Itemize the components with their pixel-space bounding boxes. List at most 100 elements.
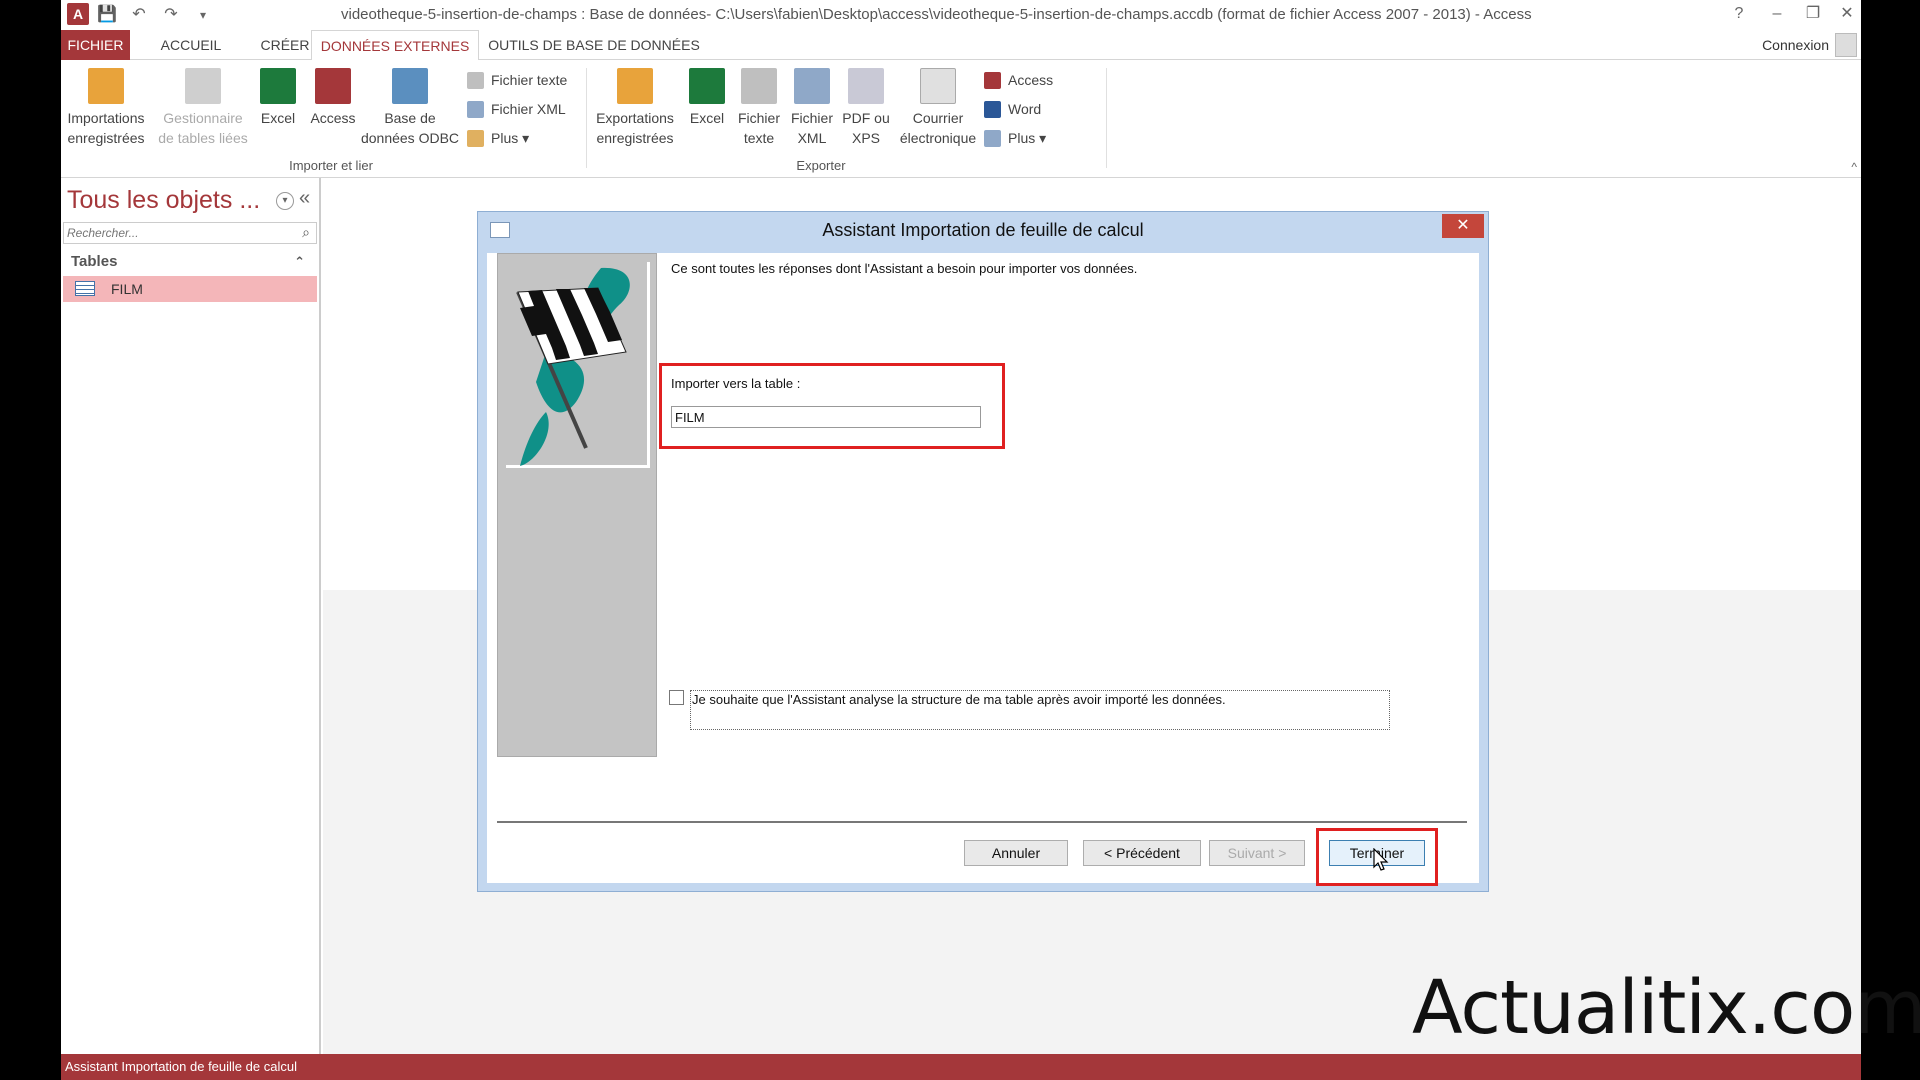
saved-imports-button[interactable]: Importations enregistrées [61,68,151,148]
undo-icon[interactable]: ↶ [129,5,149,25]
access-logo-icon: A [67,3,89,25]
odbc-label: Base de données ODBC [360,110,460,146]
checkered-flag-icon [506,262,650,468]
next-button[interactable]: Suivant > [1209,840,1305,866]
save-icon[interactable]: 💾 [97,5,117,25]
screen: A 💾 ↶ ↷ ▾ videotheque-5-insertion-de-cha… [0,0,1920,1080]
status-bar: Assistant Importation de feuille de calc… [61,1054,1861,1080]
nav-group-label: Tables [71,253,118,270]
export-pdf-xps-button[interactable]: PDF ou XPS [840,68,892,148]
minimize-button[interactable]: – [1761,2,1793,26]
import-xml-file-button[interactable]: Fichier XML [467,98,566,120]
nav-group-tables[interactable]: Tables ⌃ [61,250,317,274]
restore-button[interactable]: ❐ [1797,2,1829,26]
help-button[interactable]: ? [1723,2,1755,26]
text-file-icon [467,72,484,89]
table-icon [75,281,95,296]
dialog-title: Assistant Importation de feuille de calc… [822,220,1144,240]
export-xml-file-label: Fichier XML [790,110,833,146]
import-access-button[interactable]: Access [305,68,361,128]
export-text-file-button[interactable]: Fichier texte [734,68,784,148]
cancel-button[interactable]: Annuler [964,840,1068,866]
odbc-button[interactable]: Base de données ODBC [359,68,461,148]
nav-collapse-icon[interactable]: « [299,187,310,210]
import-wizard-dialog: Assistant Importation de feuille de calc… [477,211,1489,892]
excel-icon [689,68,725,104]
collapse-group-icon[interactable]: ⌃ [294,250,305,274]
export-pdf-xps-label: PDF ou XPS [842,110,890,146]
ribbon-tabs: FICHIER ACCUEIL CRÉER DONNÉES EXTERNES O… [61,30,1861,61]
linked-table-manager-label: Gestionnaire de tables liées [158,110,248,146]
xml-file-icon [467,101,484,118]
import-excel-button[interactable]: Excel [255,68,301,128]
tab-outils-base-de-donnees[interactable]: OUTILS DE BASE DE DONNÉES [485,30,703,60]
analyze-table-checkbox[interactable] [669,690,684,705]
group-separator [586,68,587,168]
close-window-button[interactable]: ✕ [1831,2,1861,26]
wizard-side-panel [497,253,657,757]
previous-button[interactable]: < Précédent [1083,840,1201,866]
import-text-file-label: Fichier texte [491,72,568,88]
group-separator [1106,68,1107,168]
nav-item-film[interactable]: FILM [63,276,317,302]
import-more-label: Plus ▾ [491,130,530,146]
text-file-icon [741,68,777,104]
search-icon[interactable]: ⌕ [297,224,315,242]
ribbon: Importations enregistrées Gestionnaire d… [61,60,1861,178]
collapse-ribbon-icon[interactable]: ^ [1851,160,1857,174]
import-text-file-button[interactable]: Fichier texte [467,69,567,91]
export-more-button[interactable]: Plus ▾ [984,127,1046,149]
saved-imports-icon [88,68,124,104]
dialog-body: Ce sont toutes les réponses dont l'Assis… [487,253,1479,886]
window-title: videotheque-5-insertion-de-champs : Base… [341,6,1532,23]
export-text-file-label: Fichier texte [737,110,780,146]
export-excel-label: Excel [689,110,725,126]
access-icon [315,68,351,104]
import-more-button[interactable]: Plus ▾ [467,127,529,149]
saved-exports-button[interactable]: Exportations enregistrées [590,68,680,148]
export-xml-file-button[interactable]: Fichier XML [786,68,838,148]
customize-qat-icon[interactable]: ▾ [193,5,213,25]
export-word-button[interactable]: Word [984,98,1041,120]
import-group-label: Importer et lier [289,158,373,173]
excel-icon [260,68,296,104]
saved-exports-label: Exportations enregistrées [596,110,674,146]
watermark: Actualitix.com [1412,965,1920,1051]
linked-table-manager-button[interactable]: Gestionnaire de tables liées [155,68,251,148]
more-icon [467,130,484,147]
tab-accueil[interactable]: ACCUEIL [143,30,239,60]
highlight-box [659,363,1005,449]
wizard-intro-text: Ce sont toutes les réponses dont l'Assis… [671,261,1138,276]
export-email-label: Courrier électronique [899,110,977,146]
xml-file-icon [794,68,830,104]
export-excel-button[interactable]: Excel [684,68,730,128]
connexion-link[interactable]: Connexion [1762,30,1829,60]
pdf-icon [848,68,884,104]
mouse-cursor-icon [1373,847,1389,872]
export-more-label: Plus ▾ [1008,130,1047,146]
nav-pane-title[interactable]: Tous les objets ... [67,186,260,215]
dialog-separator [497,821,1467,823]
export-email-button[interactable]: Courrier électronique [892,68,984,148]
access-icon [984,72,1001,89]
dialog-close-button[interactable]: ✕ [1442,214,1484,238]
analyze-table-label[interactable]: Je souhaite que l'Assistant analyse la s… [690,690,1390,730]
navigation-pane: Tous les objets ... ▾ « ⌕ Tables ⌃ FILM [61,178,321,1054]
nav-dropdown-icon[interactable]: ▾ [276,192,294,210]
linked-table-manager-icon [185,68,221,104]
redo-icon[interactable]: ↷ [161,5,181,25]
export-word-label: Word [1008,101,1042,117]
nav-search-input[interactable] [63,222,317,244]
tab-fichier[interactable]: FICHIER [61,30,130,60]
import-xml-file-label: Fichier XML [491,101,566,117]
user-icon[interactable] [1835,33,1857,57]
import-excel-label: Excel [260,110,296,126]
email-icon [920,68,956,104]
tab-donnees-externes[interactable]: DONNÉES EXTERNES [311,30,479,61]
export-group-label: Exporter [796,158,846,173]
export-access-button[interactable]: Access [984,69,1053,91]
import-access-label: Access [310,110,356,126]
saved-exports-icon [617,68,653,104]
title-bar: A 💾 ↶ ↷ ▾ videotheque-5-insertion-de-cha… [61,0,1861,30]
more-icon [984,130,1001,147]
